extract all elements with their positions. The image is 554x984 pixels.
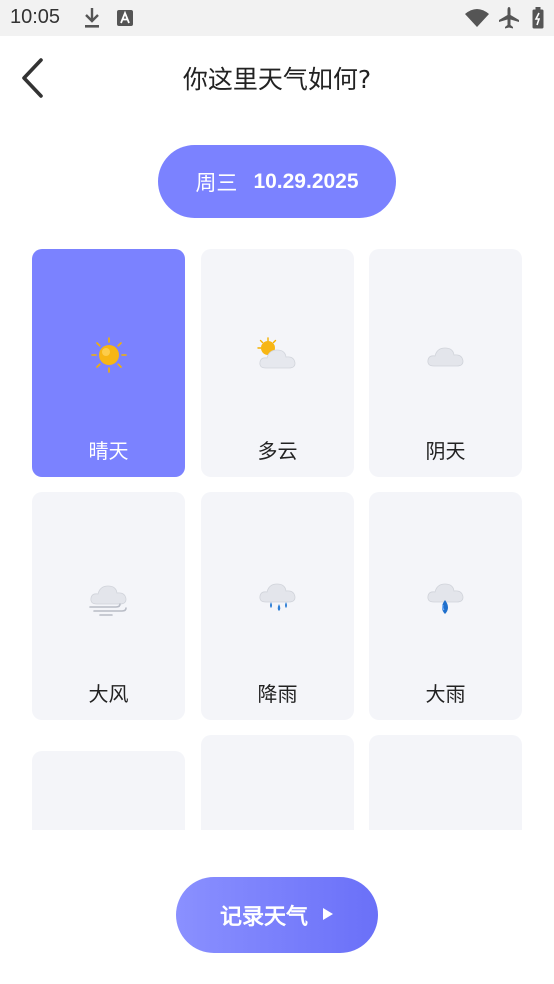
partly-cloudy-icon [248, 325, 308, 385]
date-selector[interactable]: 周三 10.29.2025 [158, 145, 396, 218]
weather-option-rain[interactable]: 降雨 [201, 492, 354, 720]
weather-option-label: 多云 [257, 439, 298, 463]
play-arrow-icon [322, 906, 334, 925]
date-value: 10.29.2025 [253, 169, 359, 193]
sunny-icon [79, 325, 139, 385]
cloud-icon [248, 811, 308, 830]
weather-option-sunny[interactable]: 晴天 [32, 249, 185, 477]
weather-option-more[interactable] [201, 735, 354, 830]
weather-option-label: 阴天 [425, 439, 466, 463]
weather-grid[interactable]: 晴天 多云 阴天 大风 降雨 大雨 [0, 238, 554, 830]
weather-option-label: 大风 [88, 682, 129, 706]
weather-option-label: 晴天 [88, 439, 129, 463]
status-bar: 10:05 [0, 0, 554, 36]
heavy-rain-icon [416, 568, 476, 628]
weather-option-heavy-rain[interactable]: 大雨 [369, 492, 522, 720]
wifi-icon [464, 8, 490, 32]
weather-option-more[interactable] [369, 735, 522, 830]
airplane-mode-icon [498, 6, 520, 34]
weather-option-more[interactable] [32, 751, 185, 830]
windy-icon [79, 568, 139, 628]
battery-icon [532, 7, 544, 33]
weather-option-partly-cloudy[interactable]: 多云 [201, 249, 354, 477]
weather-option-label: 大雨 [425, 682, 466, 706]
page-title: 你这里天气如何? [182, 65, 372, 94]
weather-option-windy[interactable]: 大风 [32, 492, 185, 720]
app-notification-icon [116, 9, 134, 31]
date-weekday: 周三 [195, 170, 238, 195]
overcast-icon [416, 325, 476, 385]
weather-option-overcast[interactable]: 阴天 [369, 249, 522, 477]
cloud-icon [416, 811, 476, 830]
download-icon [82, 6, 102, 34]
record-weather-button[interactable]: 记录天气 [176, 877, 378, 953]
record-weather-label: 记录天气 [219, 905, 308, 930]
rain-icon [248, 568, 308, 628]
status-time: 10:05 [10, 6, 61, 28]
weather-option-label: 降雨 [257, 682, 298, 706]
